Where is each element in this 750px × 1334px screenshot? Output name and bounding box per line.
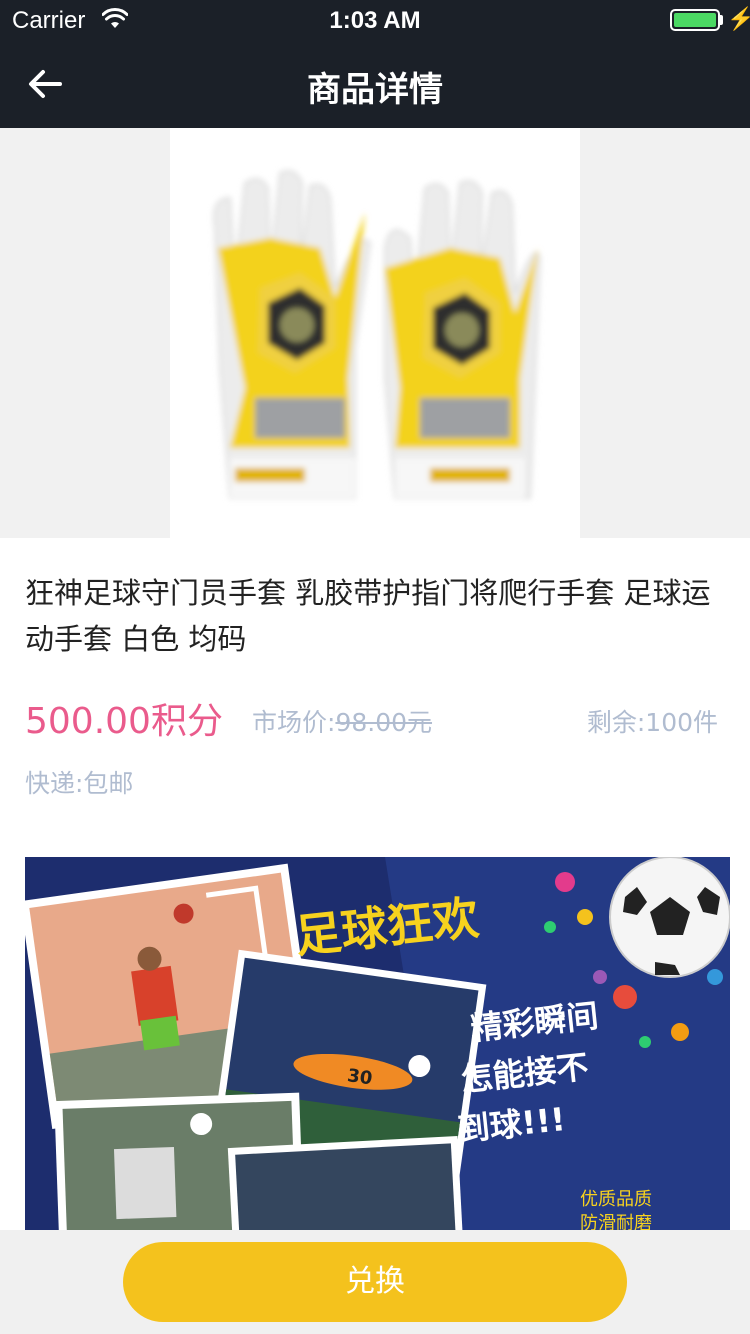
battery-cap bbox=[720, 15, 723, 25]
battery-level bbox=[674, 13, 716, 27]
page-title: 商品详情 bbox=[307, 70, 443, 110]
product-name: 狂神足球守门员手套 乳胶带护指门将爬行手套 足球运动手套 白色 均码 bbox=[25, 576, 711, 656]
nav-bar: 商品详情 bbox=[0, 40, 750, 128]
banner-tag-line2: 防滑耐磨 bbox=[580, 1213, 652, 1231]
bottom-action-bar: 兑换 bbox=[0, 1230, 750, 1334]
banner-tag-line1: 优质品质 bbox=[580, 1189, 652, 1210]
market-price-label: 市场价: bbox=[252, 708, 336, 737]
stock-remaining: 剩余:100件 bbox=[586, 708, 718, 737]
goalkeeper-gloves-image bbox=[213, 170, 542, 499]
redeem-button[interactable]: 兑换 bbox=[123, 1242, 627, 1322]
market-price-value: 98.00元 bbox=[335, 708, 433, 737]
jersey-number: 30 bbox=[346, 1065, 374, 1089]
clock: 1:03 AM bbox=[329, 7, 421, 34]
shipping-info: 快递:包邮 bbox=[25, 769, 134, 798]
promo-banner[interactable]: 30 足球狂欢 精彩瞬间 怎能接不 到球!!! 优质品质 防滑耐磨 bbox=[25, 857, 730, 1231]
product-image-area bbox=[0, 128, 750, 538]
battery-icon bbox=[670, 9, 720, 31]
charging-bolt-icon: ⚡ bbox=[727, 6, 750, 31]
points-price: 500.00积分 bbox=[25, 701, 223, 742]
promo-banner-image: 30 足球狂欢 精彩瞬间 怎能接不 到球!!! 优质品质 防滑耐磨 bbox=[25, 857, 730, 1231]
product-photo[interactable] bbox=[170, 128, 580, 538]
market-price: 市场价:98.00元 bbox=[252, 703, 432, 739]
status-bar: Carrier 1:03 AM ⚡ bbox=[0, 0, 750, 40]
